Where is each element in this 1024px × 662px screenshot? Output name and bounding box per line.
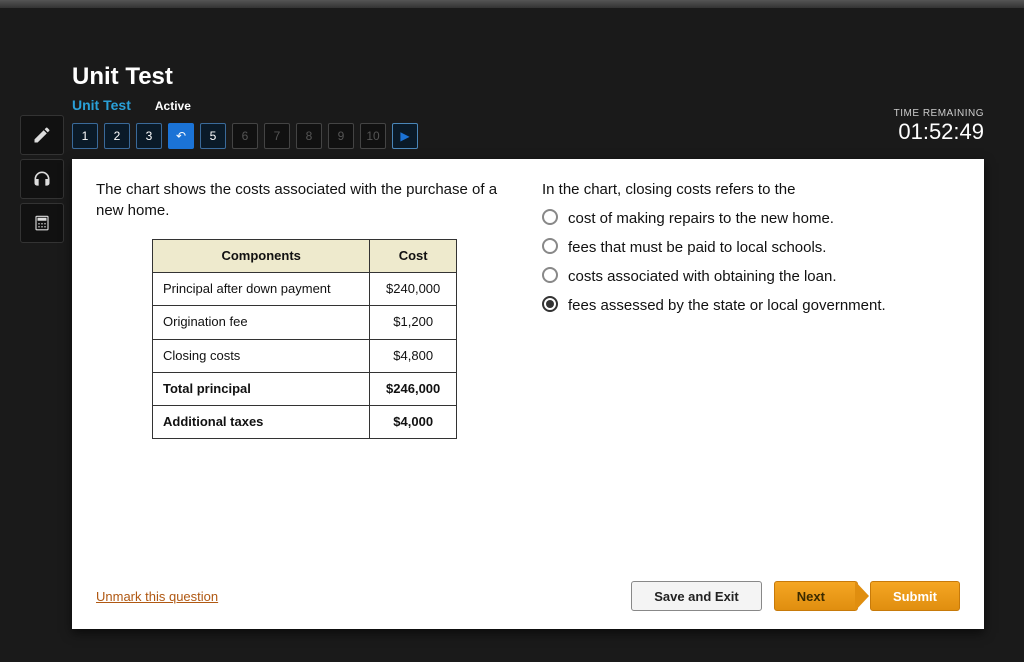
audio-tool-button[interactable] — [20, 159, 64, 199]
answer-option-label: fees assessed by the state or local gove… — [568, 295, 886, 316]
subtitle-row: Unit Test Active — [72, 97, 894, 113]
question-nav-10[interactable]: 10 — [360, 123, 386, 149]
question-nav-3[interactable]: 3 — [136, 123, 162, 149]
subtitle-secondary: Active — [155, 99, 191, 113]
save-exit-button[interactable]: Save and Exit — [631, 581, 762, 611]
table-header-cost: Cost — [370, 240, 457, 273]
timer-label: TIME REMAINING — [894, 108, 984, 119]
table-cell-cost: $4,800 — [370, 339, 457, 372]
calculator-icon — [33, 214, 51, 232]
table-cell-label: Origination fee — [153, 306, 370, 339]
question-nav-7[interactable]: 7 — [264, 123, 290, 149]
pencil-icon — [32, 125, 52, 145]
table-row: Additional taxes$4,000 — [153, 405, 457, 438]
table-row: Closing costs$4,800 — [153, 339, 457, 372]
answer-option-label: costs associated with obtaining the loan… — [568, 266, 837, 287]
radio-icon — [542, 296, 558, 312]
table-cell-label: Total principal — [153, 372, 370, 405]
answer-option-0[interactable]: cost of making repairs to the new home. — [542, 208, 960, 229]
answer-option-1[interactable]: fees that must be paid to local schools. — [542, 237, 960, 258]
table-cell-label: Additional taxes — [153, 405, 370, 438]
left-toolbar — [0, 63, 72, 629]
pencil-tool-button[interactable] — [20, 115, 64, 155]
subtitle-primary: Unit Test — [72, 97, 131, 113]
radio-icon — [542, 267, 558, 283]
question-panel: The chart shows the costs associated wit… — [72, 159, 984, 629]
window-top-strip — [0, 0, 1024, 8]
answer-option-2[interactable]: costs associated with obtaining the loan… — [542, 266, 960, 287]
question-nav-8[interactable]: 8 — [296, 123, 322, 149]
cost-table: Components Cost Principal after down pay… — [152, 239, 457, 439]
timer-value: 01:52:49 — [894, 119, 984, 145]
timer: TIME REMAINING 01:52:49 — [894, 108, 984, 145]
headphones-icon — [32, 169, 52, 189]
table-row: Total principal$246,000 — [153, 372, 457, 405]
table-cell-label: Principal after down payment — [153, 273, 370, 306]
question-nav: 123↶5678910▶ — [72, 123, 894, 149]
footer-bar: Unmark this question Save and Exit Next … — [96, 569, 960, 611]
question-nav-5[interactable]: 5 — [200, 123, 226, 149]
table-row: Origination fee$1,200 — [153, 306, 457, 339]
question-nav-9[interactable]: 9 — [328, 123, 354, 149]
radio-icon — [542, 238, 558, 254]
question-nav-1[interactable]: 1 — [72, 123, 98, 149]
question-nav-↶[interactable]: ↶ — [168, 123, 194, 149]
table-cell-label: Closing costs — [153, 339, 370, 372]
submit-button[interactable]: Submit — [870, 581, 960, 611]
page-title: Unit Test — [72, 63, 894, 91]
table-cell-cost: $246,000 — [370, 372, 457, 405]
answer-option-3[interactable]: fees assessed by the state or local gove… — [542, 295, 960, 316]
question-nav-2[interactable]: 2 — [104, 123, 130, 149]
table-row: Principal after down payment$240,000 — [153, 273, 457, 306]
answer-option-label: fees that must be paid to local schools. — [568, 237, 826, 258]
answer-options: cost of making repairs to the new home. f… — [542, 208, 960, 316]
table-cell-cost: $240,000 — [370, 273, 457, 306]
unmark-link[interactable]: Unmark this question — [96, 589, 218, 604]
table-cell-cost: $1,200 — [370, 306, 457, 339]
question-intro: The chart shows the costs associated wit… — [96, 179, 514, 221]
table-cell-cost: $4,000 — [370, 405, 457, 438]
answer-option-label: cost of making repairs to the new home. — [568, 208, 834, 229]
radio-icon — [542, 209, 558, 225]
nav-play-button[interactable]: ▶ — [392, 123, 418, 149]
calculator-tool-button[interactable] — [20, 203, 64, 243]
question-prompt: In the chart, closing costs refers to th… — [542, 179, 960, 200]
question-nav-6[interactable]: 6 — [232, 123, 258, 149]
next-button[interactable]: Next — [774, 581, 858, 611]
table-header-components: Components — [153, 240, 370, 273]
